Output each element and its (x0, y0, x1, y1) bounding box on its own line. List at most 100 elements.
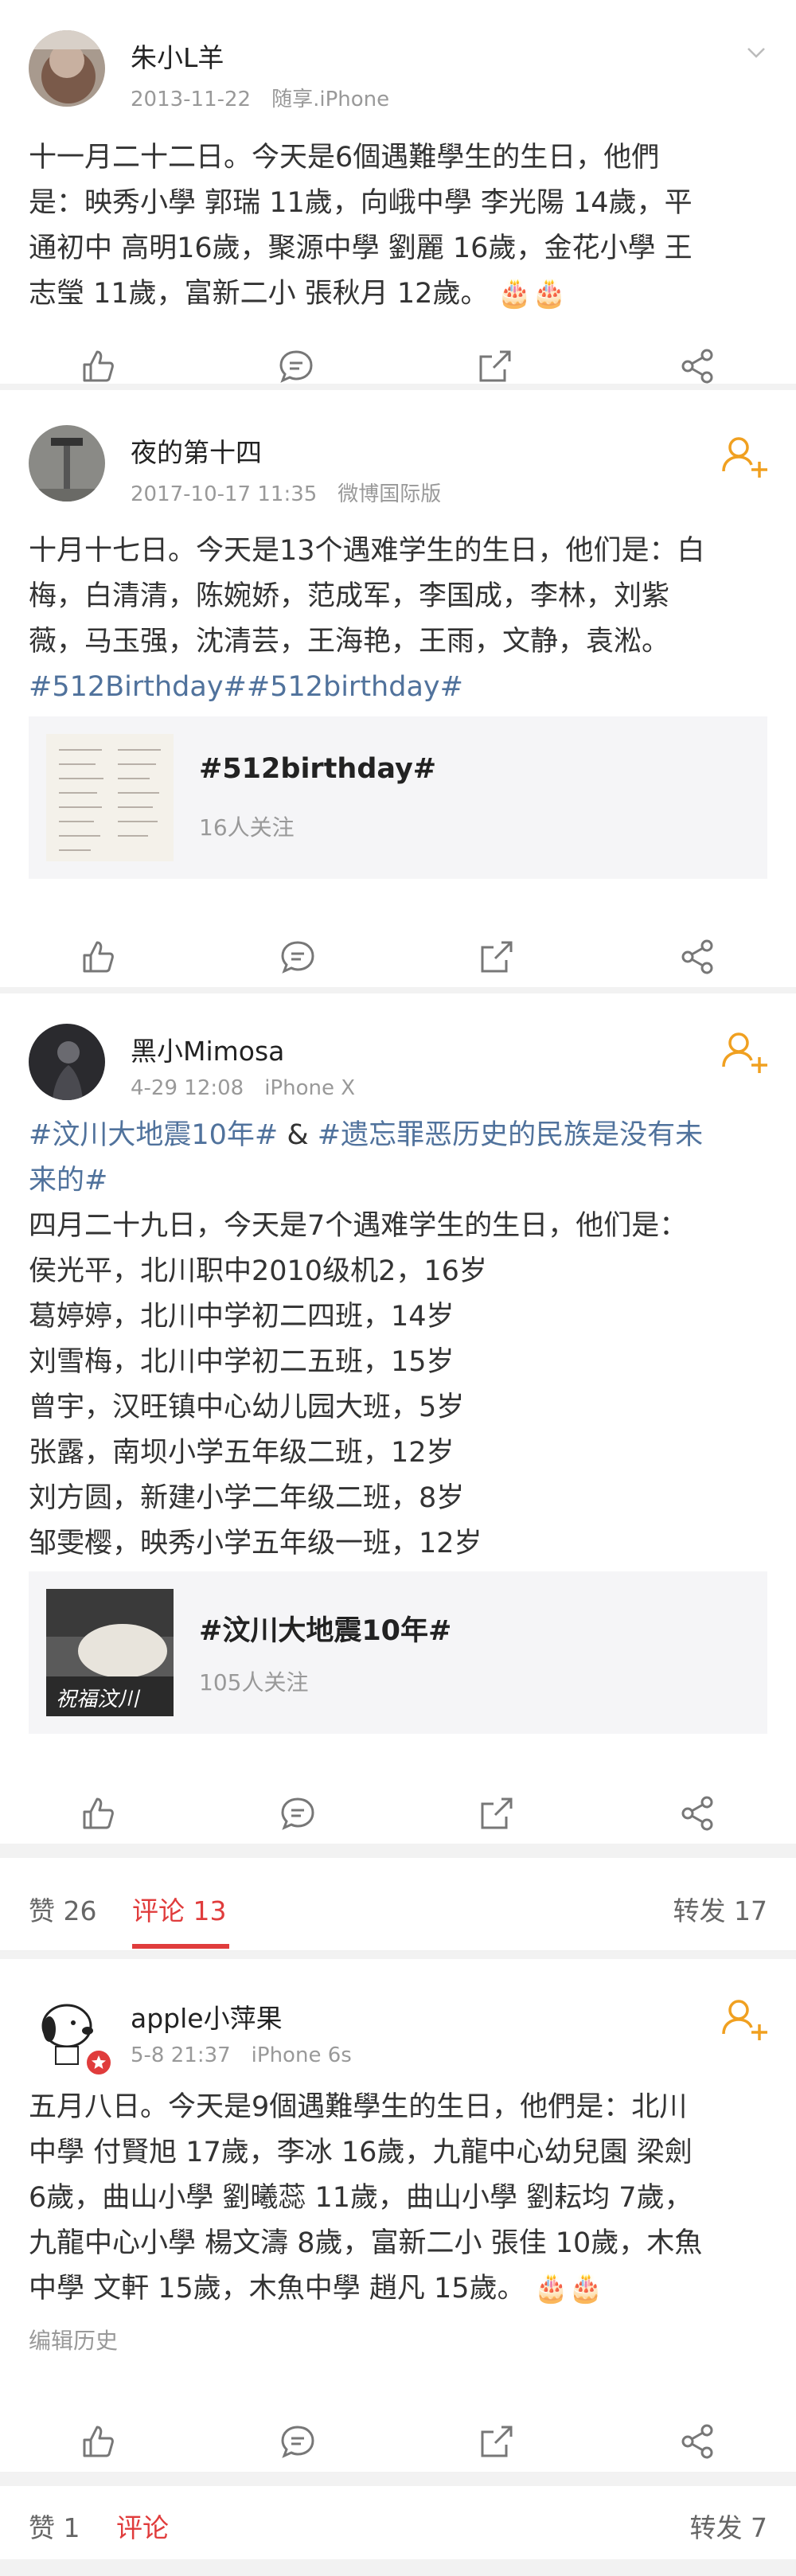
post-text: 五月八日。今天是9個遇難學生的生日，他們是：北川 中學 付賢旭 17歲，李冰 1… (29, 2085, 767, 2312)
post-meta: 2017-10-17 11:35 微博国际版 (131, 478, 462, 507)
post-text: #汶川大地震10年# & #遗忘罪恶历史的民族是没有未 来的# 四月二十九日，今… (29, 1113, 767, 1567)
tab-comments[interactable]: 评论 13 (132, 1890, 226, 1928)
hashtag-link[interactable]: #汶川大地震10年# (29, 1119, 278, 1151)
share-icon[interactable] (678, 2422, 716, 2461)
action-bar (0, 933, 796, 981)
post-line: 侯光平，北川职中2010级机2，16岁 (29, 1255, 487, 1287)
repost-icon[interactable] (476, 347, 514, 385)
tab-reposts[interactable]: 转发 17 (673, 1890, 767, 1928)
post-line: 邹雯樱，映秀小学五年级一班，12岁 (29, 1528, 482, 1559)
post-line: 曾宇，汉旺镇中心幼儿园大班，5岁 (29, 1391, 465, 1423)
action-bar (0, 1790, 796, 1837)
hashtag-link[interactable]: 来的# (29, 1158, 767, 1204)
comment-icon[interactable] (279, 1794, 317, 1832)
post-text: 十月十七日。今天是13个遇难学生的生日，他们是：白 梅，白清清，陈婉娇，范成军，… (29, 529, 767, 710)
like-icon[interactable] (78, 2422, 116, 2461)
post-line: 四月二十九日，今天是7个遇难学生的生日，他们是： (29, 1210, 688, 1242)
post-source[interactable]: iPhone X (264, 1076, 355, 1100)
post-line: #汶川大地震10年# & #遗忘罪恶历史的民族是没有未 (29, 1113, 767, 1158)
follow-user-icon[interactable] (721, 1030, 767, 1073)
avatar[interactable] (29, 1024, 105, 1100)
repost-icon[interactable] (478, 1794, 516, 1832)
post-line: 刘雪梅，北川中学初二五班，15岁 (29, 1346, 455, 1378)
share-icon[interactable] (678, 347, 716, 385)
post-line: 十月十七日。今天是13个遇难学生的生日，他们是：白 (29, 535, 705, 567)
post-line: 十一月二十二日。今天是6個遇難學生的生日，他們 (29, 142, 660, 174)
post-date: 5-8 21:37 (131, 2043, 231, 2067)
like-icon[interactable] (78, 938, 116, 976)
repost-icon[interactable] (478, 2422, 516, 2461)
post-line-text: 中學 文軒 15歲，木魚中學 趙凡 15歲。 (29, 2273, 525, 2305)
post-line: 是：映秀小學 郭瑞 11歲，向峨中學 李光陽 14歲，平 (29, 187, 693, 219)
verified-badge-icon (84, 2048, 113, 2077)
follow-user-icon[interactable] (721, 1997, 767, 2040)
chevron-down-icon[interactable] (745, 41, 767, 64)
username[interactable]: apple小萍果 (131, 1997, 283, 2035)
post-line: 张露，南坝小学五年级二班，12岁 (29, 1437, 455, 1469)
hashtag-link[interactable]: #512Birthday##512birthday# (29, 665, 767, 710)
post-line: 刘方圆，新建小学二年级二班，8岁 (29, 1482, 465, 1514)
share-icon[interactable] (678, 938, 716, 976)
post-line-text: 志瑩 11歲，富新二小 張秋月 12歲。 (29, 278, 489, 310)
avatar[interactable] (29, 425, 105, 502)
comment-icon[interactable] (279, 938, 317, 976)
like-icon[interactable] (78, 347, 116, 385)
action-bar (0, 342, 796, 390)
post-line: 中學 文軒 15歲，木魚中學 趙凡 15歲。 🎂🎂 (29, 2266, 767, 2312)
post-card: 夜的第十四 2017-10-17 11:35 微博国际版 十月十七日。今天是13个… (0, 390, 796, 987)
topic-thumbnail (46, 734, 174, 861)
post-meta: 5-8 21:37 iPhone 6s (131, 2043, 373, 2067)
post-meta: 4-29 12:08 iPhone X (131, 1076, 376, 1100)
thumbnail-caption: 祝福汶川 (56, 1688, 139, 1711)
post-line: 九龍中心小學 楊文濤 8歲，富新二小 張佳 10歲，木魚 (29, 2227, 703, 2259)
share-icon[interactable] (678, 1794, 716, 1832)
post-date: 4-29 12:08 (131, 1076, 244, 1100)
hashtag-link[interactable]: #遗忘罪恶历史的民族是没有未 (318, 1119, 703, 1151)
edit-history-link[interactable]: 编辑历史 (29, 2324, 118, 2355)
action-bar (0, 2418, 796, 2465)
post-source[interactable]: iPhone 6s (252, 2043, 352, 2067)
post-card: 黑小Mimosa 4-29 12:08 iPhone X #汶川大地震10年# &… (0, 993, 796, 1844)
post-text: 十一月二十二日。今天是6個遇難學生的生日，他們 是：映秀小學 郭瑞 11歲，向峨… (29, 135, 767, 317)
post-line: 志瑩 11歲，富新二小 張秋月 12歲。 🎂🎂 (29, 271, 767, 317)
topic-title: #512birthday# (199, 753, 437, 785)
post-line: 6歲，曲山小學 劉曦蕊 11歲，曲山小學 劉耘均 7歲， (29, 2182, 693, 2214)
username[interactable]: 朱小L羊 (131, 37, 224, 75)
post-line: 梅，白清清，陈婉娇，范成军，李国成，李林，刘紫 (29, 580, 670, 612)
follow-user-icon[interactable] (721, 435, 767, 478)
post-line: 中學 付賢旭 17歲，李冰 16歲，九龍中心幼兒園 梁劍 (29, 2137, 693, 2168)
post-card: apple小萍果 5-8 21:37 iPhone 6s 五月八日。今天是9個遇難… (0, 1959, 796, 2472)
repost-icon[interactable] (478, 938, 516, 976)
interaction-tabs: 赞 1 评论 转发 7 (0, 2486, 796, 2559)
post-card: 朱小L羊 2013-11-22 随享.iPhone 十一月二十二日。今天是6個遇難… (0, 0, 796, 384)
username[interactable]: 黑小Mimosa (131, 1030, 284, 1068)
post-line: 薇，马玉强，沈清芸，王海艳，王雨，文静，袁淞。 (29, 626, 670, 658)
post-date: 2017-10-17 11:35 (131, 482, 318, 506)
interaction-tabs: 赞 26 评论 13 转发 17 (0, 1858, 796, 1951)
tab-likes[interactable]: 赞 1 (29, 2507, 80, 2545)
post-source[interactable]: 随享.iPhone (271, 88, 389, 111)
post-meta: 2013-11-22 随享.iPhone (131, 83, 410, 112)
topic-card[interactable]: 祝福汶川 #汶川大地震10年# 105人关注 (29, 1571, 767, 1734)
topic-thumbnail: 祝福汶川 (46, 1589, 174, 1716)
post-date: 2013-11-22 (131, 88, 252, 111)
ampersand: & (278, 1119, 318, 1151)
tab-reposts[interactable]: 转发 7 (690, 2507, 768, 2545)
tab-comments[interactable]: 评论 (116, 2507, 169, 2545)
topic-followers: 16人关注 (199, 814, 295, 841)
active-tab-indicator (132, 1944, 229, 1949)
topic-followers: 105人关注 (199, 1669, 309, 1696)
post-line: 葛婷婷，北川中学初二四班，14岁 (29, 1301, 455, 1333)
post-source[interactable]: 微博国际版 (338, 482, 441, 506)
post-line: 五月八日。今天是9個遇難學生的生日，他們是：北川 (29, 2091, 688, 2123)
comment-icon[interactable] (279, 2422, 317, 2461)
tab-likes[interactable]: 赞 26 (29, 1890, 96, 1928)
cake-emoji-icon: 🎂🎂 (488, 278, 567, 310)
username[interactable]: 夜的第十四 (131, 431, 262, 470)
avatar[interactable] (29, 30, 105, 107)
comment-icon[interactable] (277, 347, 315, 385)
like-icon[interactable] (78, 1794, 116, 1832)
topic-card[interactable]: #512birthday# 16人关注 (29, 716, 767, 879)
cake-emoji-icon: 🎂🎂 (525, 2273, 603, 2305)
post-line: 通初中 高明16歲，聚源中學 劉麗 16歲，金花小學 王 (29, 232, 693, 264)
